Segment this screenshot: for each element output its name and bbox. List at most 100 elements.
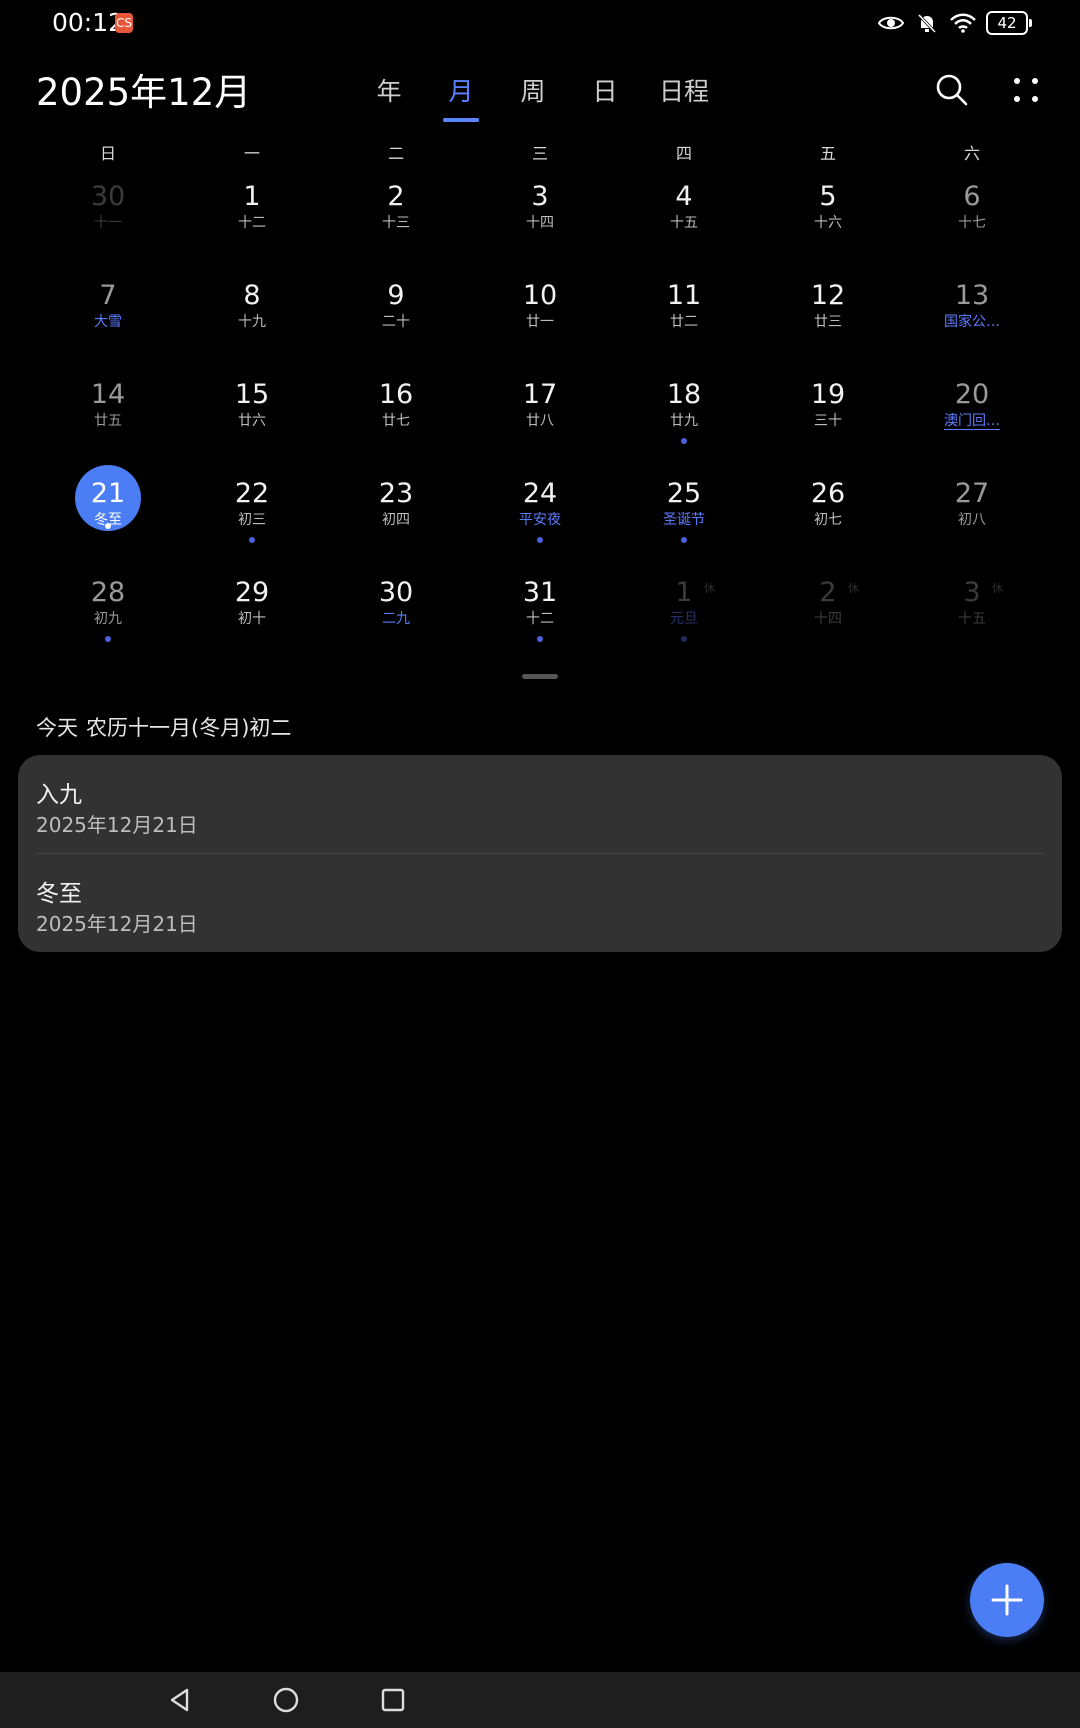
system-nav-bar — [0, 1672, 1080, 1728]
day-cell[interactable]: 30 十一 — [36, 166, 180, 265]
lunar-label: 二十 — [382, 314, 410, 330]
nav-back-button[interactable] — [162, 1682, 198, 1718]
day-cell[interactable]: 8 十九 — [180, 265, 324, 364]
day-cell[interactable]: 28 初九 — [36, 562, 180, 661]
day-cell[interactable]: 3 十五 休 — [900, 562, 1044, 661]
day-cell[interactable]: 23 初四 — [324, 463, 468, 562]
day-number: 26 — [810, 478, 846, 509]
day-cell[interactable]: 4 十五 — [612, 166, 756, 265]
festival-label: 二九 — [382, 611, 410, 627]
day-cell[interactable]: 16 廿七 — [324, 364, 468, 463]
month-grid: 30 十一 1 十二 2 十三 3 十四 4 十五 5 十六 6 十七 7 大雪 8 十九 9 二十 10 廿一 11 廿二 1… — [36, 166, 1044, 661]
month-title[interactable]: 2025年12月 — [36, 62, 251, 116]
tab-agenda[interactable]: 日程 — [658, 72, 710, 116]
tab-year[interactable]: 年 — [372, 72, 406, 116]
day-number: 11 — [666, 280, 702, 311]
lunar-label: 十五 — [670, 215, 698, 231]
weekday-label: 五 — [819, 144, 836, 163]
lunar-label: 初七 — [814, 512, 842, 528]
festival-label: 平安夜 — [519, 512, 561, 528]
battery-indicator: 42 — [986, 11, 1032, 35]
event-item[interactable]: 入九 2025年12月21日 — [36, 755, 1044, 853]
lunar-label: 十七 — [958, 215, 986, 231]
day-number: 1 — [243, 181, 261, 212]
day-cell[interactable]: 5 十六 — [756, 166, 900, 265]
bell-muted-icon — [914, 10, 940, 36]
day-cell[interactable]: 7 大雪 — [36, 265, 180, 364]
festival-label: 大雪 — [94, 314, 122, 330]
add-event-button[interactable] — [970, 1563, 1044, 1637]
lunar-label: 廿一 — [526, 314, 554, 330]
festival-label: 澳门回… — [944, 413, 1000, 429]
eye-icon — [878, 10, 904, 36]
day-number: 30 — [90, 181, 126, 212]
search-button[interactable] — [930, 68, 974, 112]
day-cell[interactable]: 9 二十 — [324, 265, 468, 364]
day-number: 1 — [675, 577, 693, 608]
day-cell[interactable]: 2 十三 — [324, 166, 468, 265]
day-cell[interactable]: 15 廿六 — [180, 364, 324, 463]
day-number: 18 — [666, 379, 702, 410]
day-cell[interactable]: 20 澳门回… — [900, 364, 1044, 463]
day-cell[interactable]: 25 圣诞节 — [612, 463, 756, 562]
day-cell[interactable]: 17 廿八 — [468, 364, 612, 463]
weekday-label: 六 — [963, 144, 980, 163]
day-cell[interactable]: 3 十四 — [468, 166, 612, 265]
tab-week[interactable]: 周 — [516, 72, 550, 116]
day-cell[interactable]: 18 廿九 — [612, 364, 756, 463]
day-number: 8 — [243, 280, 261, 311]
lunar-label: 廿九 — [670, 413, 698, 429]
event-date: 2025年12月21日 — [36, 813, 198, 837]
lunar-label: 初四 — [382, 512, 410, 528]
day-cell[interactable]: 22 初三 — [180, 463, 324, 562]
day-number: 10 — [522, 280, 558, 311]
lunar-label: 十六 — [814, 215, 842, 231]
day-cell-today[interactable]: 21 冬至 — [36, 463, 180, 562]
lunar-label: 初十 — [238, 611, 266, 627]
day-cell[interactable]: 31 十二 — [468, 562, 612, 661]
day-number: 19 — [810, 379, 846, 410]
back-triangle-icon — [170, 1688, 189, 1712]
day-number: 20 — [954, 379, 990, 410]
day-number: 5 — [819, 181, 837, 212]
lunar-label: 廿六 — [238, 413, 266, 429]
day-cell[interactable]: 12 廿三 — [756, 265, 900, 364]
nav-recents-button[interactable] — [375, 1682, 411, 1718]
tab-month[interactable]: 月 — [444, 72, 478, 116]
day-cell[interactable]: 29 初十 — [180, 562, 324, 661]
day-cell[interactable]: 2 十四 休 — [756, 562, 900, 661]
day-number: 13 — [954, 280, 990, 311]
tab-day[interactable]: 日 — [588, 72, 622, 116]
day-cell[interactable]: 19 三十 — [756, 364, 900, 463]
event-list-card: 入九 2025年12月21日 冬至 2025年12月21日 — [18, 755, 1062, 952]
day-cell[interactable]: 27 初八 — [900, 463, 1044, 562]
wifi-icon — [950, 10, 976, 36]
more-button[interactable] — [1004, 68, 1048, 112]
recents-square-icon — [381, 1688, 405, 1712]
event-title: 冬至 — [36, 881, 82, 907]
day-cell[interactable]: 6 十七 — [900, 166, 1044, 265]
day-cell[interactable]: 1 十二 — [180, 166, 324, 265]
day-cell[interactable]: 11 廿二 — [612, 265, 756, 364]
day-cell[interactable]: 10 廿一 — [468, 265, 612, 364]
drag-handle[interactable] — [522, 674, 558, 679]
event-item[interactable]: 冬至 2025年12月21日 — [36, 854, 1044, 952]
day-cell[interactable]: 14 廿五 — [36, 364, 180, 463]
day-number: 12 — [810, 280, 846, 311]
day-cell[interactable]: 24 平安夜 — [468, 463, 612, 562]
nav-home-button[interactable] — [268, 1682, 304, 1718]
day-number: 3 — [963, 577, 981, 608]
day-cell[interactable]: 13 国家公… — [900, 265, 1044, 364]
day-cell[interactable]: 1 元旦 休 — [612, 562, 756, 661]
lunar-label: 十三 — [382, 215, 410, 231]
lunar-label: 初八 — [958, 512, 986, 528]
day-number: 9 — [387, 280, 405, 311]
weekday-label: 一 — [243, 144, 260, 163]
view-tabs: 年 月 周 日 日程 — [372, 72, 710, 116]
lunar-label: 初九 — [94, 611, 122, 627]
today-summary: 今天 农历十一月(冬月)初二 — [36, 712, 299, 742]
day-cell[interactable]: 26 初七 — [756, 463, 900, 562]
lunar-date: 农历十一月(冬月)初二 — [86, 716, 292, 740]
day-number: 28 — [90, 577, 126, 608]
day-cell[interactable]: 30 二九 — [324, 562, 468, 661]
